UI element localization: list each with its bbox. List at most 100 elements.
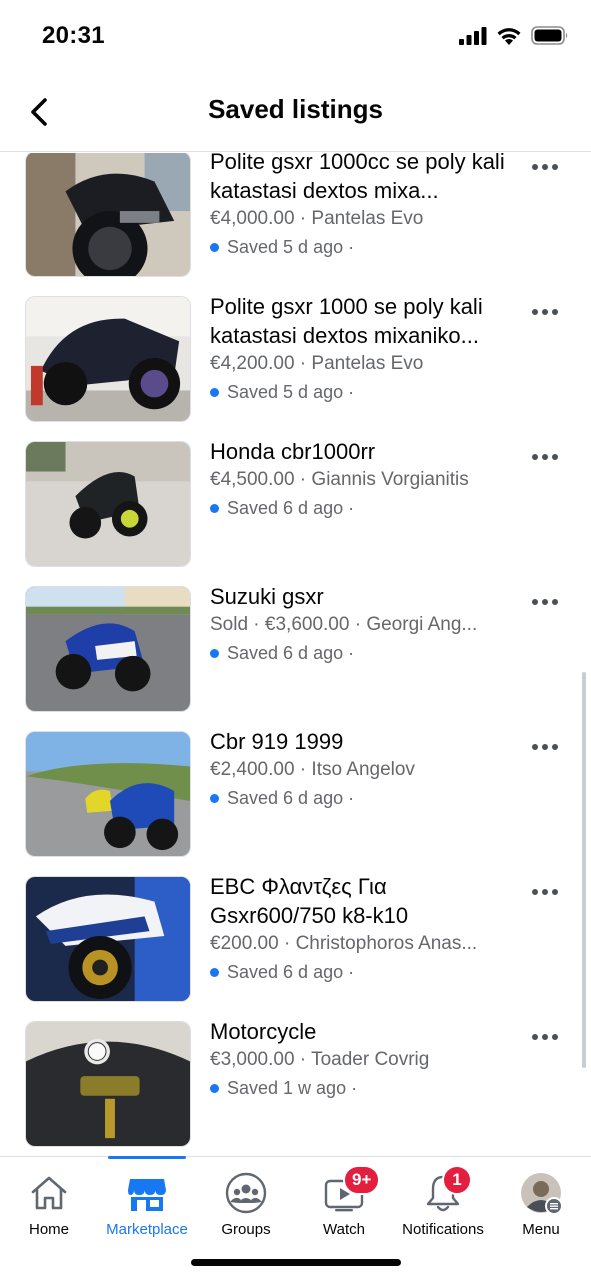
status-icons (459, 26, 569, 45)
listing-info: Cbr 919 1999 €2,400.00 · Itso Angelov Sa… (210, 727, 510, 812)
listing-saved-time: Saved 6 d ago · (210, 784, 510, 812)
cellular-signal-icon (459, 26, 487, 45)
dot (552, 599, 558, 605)
listing-item[interactable]: Cbr 919 1999 €2,400.00 · Itso Angelov Sa… (0, 711, 591, 857)
listing-photo[interactable] (25, 876, 191, 1002)
motorcycle-photo (26, 442, 190, 566)
motorcycle-photo (26, 297, 190, 421)
dot (532, 454, 538, 460)
saved-listings-list[interactable]: Polite gsxr 1000cc se poly kali katastas… (0, 153, 591, 1156)
tab-menu[interactable]: Menu (492, 1157, 590, 1249)
listing-title: Polite gsxr 1000 se poly kali katastasi … (210, 294, 483, 348)
saved-dot-icon (210, 1083, 219, 1093)
listing-photo[interactable] (25, 1021, 191, 1147)
dot (532, 1034, 538, 1040)
scrollbar[interactable] (582, 672, 586, 1068)
motorcycle-photo (26, 732, 190, 856)
saved-listings-screen: 20:31 Saved listings Polite gsxr 1000cc … (0, 0, 591, 1280)
tab-groups-label: Groups (221, 1221, 271, 1238)
dot (532, 164, 538, 170)
page-title: Saved listings (208, 94, 383, 124)
dot (542, 454, 548, 460)
more-options-button[interactable] (529, 445, 561, 469)
dot (552, 744, 558, 750)
listing-saved-time: Saved 6 d ago · (210, 639, 510, 667)
dot (552, 309, 558, 315)
listing-info: EBC Φλαντζες Για Gsxr600/750 k8-k10 €200… (210, 872, 510, 986)
listing-saved-time: Saved 6 d ago · (210, 958, 510, 986)
saved-dot-icon (210, 967, 219, 977)
listing-title: EBC Φλαντζες Για Gsxr600/750 k8-k10 (210, 874, 409, 928)
listing-photo[interactable] (25, 153, 191, 277)
listing-price-seller: €2,400.00 · Itso Angelov (210, 759, 415, 780)
listing-item[interactable]: Polite gsxr 1000 se poly kali katastasi … (0, 276, 591, 422)
dot (532, 599, 538, 605)
nav-header: Saved listings (0, 72, 591, 152)
dot (552, 164, 558, 170)
tab-notifications[interactable]: 1 Notifications (394, 1157, 492, 1249)
listing-price-seller: €4,500.00 · Giannis Vorgianitis (210, 469, 469, 490)
avatar-menu-icon (521, 1173, 563, 1215)
dot (532, 889, 538, 895)
more-options-button[interactable] (529, 590, 561, 614)
tab-groups[interactable]: Groups (197, 1157, 295, 1249)
motorcycle-photo (26, 1022, 190, 1146)
tab-home[interactable]: Home (0, 1157, 98, 1249)
dot (552, 1034, 558, 1040)
motorcycle-photo (26, 153, 190, 276)
listing-photo[interactable] (25, 731, 191, 857)
dot (542, 309, 548, 315)
status-time: 20:31 (42, 22, 105, 49)
listing-info: Motorcycle €3,000.00 · Toader Covrig Sav… (210, 1017, 510, 1102)
listing-price-seller: Sold · €3,600.00 · Georgi Ang... (210, 614, 478, 635)
more-options-button[interactable] (529, 735, 561, 759)
dot (542, 889, 548, 895)
listing-item[interactable]: EBC Φλαντζες Για Gsxr600/750 k8-k10 €200… (0, 856, 591, 1002)
dot (552, 454, 558, 460)
dot (542, 1034, 548, 1040)
more-options-button[interactable] (529, 155, 561, 179)
watch-badge: 9+ (343, 1165, 381, 1195)
listing-photo[interactable] (25, 296, 191, 422)
saved-dot-icon (210, 648, 219, 658)
listing-title: Honda cbr1000rr (210, 439, 376, 464)
dot (552, 889, 558, 895)
listing-price-seller: €200.00 · Christophoros Anas... (210, 933, 478, 954)
tab-home-label: Home (28, 1221, 69, 1238)
listing-photo[interactable] (25, 586, 191, 712)
home-indicator (191, 1259, 401, 1266)
listing-saved-time: Saved 5 d ago · (210, 378, 510, 406)
listing-price-seller: €4,000.00 · Pantelas Evo (210, 208, 424, 229)
more-options-button[interactable] (529, 880, 561, 904)
saved-dot-icon (210, 387, 219, 397)
listing-item[interactable]: Motorcycle €3,000.00 · Toader Covrig Sav… (0, 1001, 591, 1147)
listing-item[interactable]: Polite gsxr 1000cc se poly kali katastas… (0, 153, 591, 277)
notifications-badge: 1 (442, 1165, 472, 1195)
battery-icon (531, 26, 568, 45)
listing-title: Polite gsxr 1000cc se poly kali katastas… (210, 153, 505, 203)
more-options-button[interactable] (529, 300, 561, 324)
listing-info: Suzuki gsxr Sold · €3,600.00 · Georgi An… (210, 582, 510, 667)
saved-dot-icon (210, 503, 219, 513)
dot (542, 164, 548, 170)
saved-time-text: Saved 1 w ago · (227, 1078, 358, 1098)
more-options-button[interactable] (529, 1025, 561, 1049)
tab-watch-label: Watch (323, 1221, 365, 1238)
listing-title: Cbr 919 1999 (210, 729, 344, 754)
wifi-icon (497, 28, 521, 45)
listing-info: Honda cbr1000rr €4,500.00 · Giannis Vorg… (210, 437, 510, 522)
listing-photo[interactable] (25, 441, 191, 567)
listing-title: Suzuki gsxr (210, 584, 324, 609)
listing-info: Polite gsxr 1000cc se poly kali katastas… (210, 153, 510, 261)
saved-dot-icon (210, 793, 219, 803)
listing-saved-time: Saved 6 d ago · (210, 494, 510, 522)
tab-marketplace[interactable]: Marketplace (98, 1156, 196, 1249)
dot (532, 309, 538, 315)
saved-time-text: Saved 6 d ago · (227, 643, 355, 663)
tab-watch[interactable]: 9+ Watch (295, 1157, 393, 1249)
status-bar: 20:31 (0, 0, 591, 72)
listing-price-seller: €3,000.00 · Toader Covrig (210, 1049, 430, 1070)
dot (542, 599, 548, 605)
listing-item[interactable]: Honda cbr1000rr €4,500.00 · Giannis Vorg… (0, 421, 591, 567)
listing-item[interactable]: Suzuki gsxr Sold · €3,600.00 · Georgi An… (0, 566, 591, 712)
